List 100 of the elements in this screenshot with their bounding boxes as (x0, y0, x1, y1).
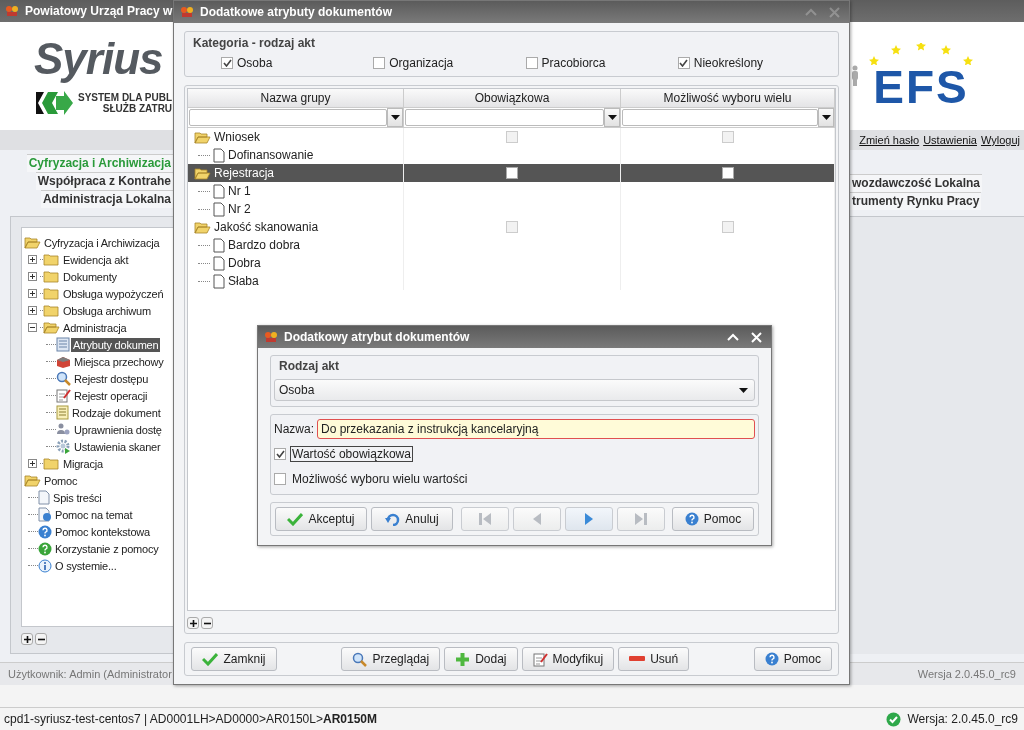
module-path: cpd1-syriusz-test-centos7 | AD0001LH>AD0000>AR0150L>AR0150M (4, 712, 377, 726)
dialog-button[interactable]: Anuluj (371, 507, 453, 531)
nav-tree-item[interactable]: O systemie... (53, 558, 119, 573)
field-label: Nazwa: (274, 422, 314, 436)
filter-field[interactable] (622, 109, 818, 126)
collapse-toggle[interactable] (28, 323, 37, 332)
dialog-button[interactable]: Przeglądaj (341, 647, 441, 671)
user-link[interactable]: Wyloguj (980, 134, 1020, 146)
nav-tree-item[interactable]: Ewidencja akt (61, 252, 131, 267)
help-icon (38, 541, 52, 556)
version-text: Wersja: 2.0.45.0_rc9 (907, 712, 1018, 726)
record-nav-button[interactable] (564, 507, 613, 531)
help-button[interactable]: Pomoc (672, 507, 754, 531)
user-link[interactable]: Zmień hasło (859, 134, 920, 146)
nav-tree-item[interactable]: Pomoc (42, 473, 80, 488)
checkbox-label: Organizacja (389, 56, 454, 70)
clipboard-pencil-icon (56, 388, 71, 403)
efs-logo: EFS (873, 65, 969, 109)
checkbox[interactable] (506, 167, 518, 179)
nav-tree-item[interactable]: Uprawnienia dostę (72, 422, 164, 437)
folder-icon (43, 270, 60, 283)
column-header[interactable]: Nazwa grupy (188, 89, 404, 108)
close-button[interactable] (748, 331, 765, 343)
nav-tree-item[interactable]: Pomoc kontekstowa (53, 524, 153, 539)
checkbox[interactable] (506, 221, 518, 233)
filter-field[interactable] (189, 109, 387, 126)
module-tab[interactable]: wozdawczość Lokalna (850, 174, 983, 192)
nav-tree-item[interactable]: Rodzaje dokument (70, 405, 163, 420)
folder-icon (43, 457, 60, 470)
collapse-all-button[interactable] (35, 633, 47, 645)
checkbox-label: Możliwość wyboru wielu wartości (291, 471, 469, 487)
dialog-button[interactable]: Zamknij (191, 647, 277, 671)
expand-toggle[interactable] (28, 272, 37, 281)
folder-icon (43, 253, 60, 266)
collapse-all-button[interactable] (201, 617, 213, 629)
checkbox[interactable] (506, 131, 518, 143)
nav-tree-item[interactable]: Rejestr dostępu (72, 371, 151, 386)
nav-tree-item[interactable]: Rejestr operacji (72, 388, 150, 403)
checkbox-label: Wartość obowiązkowa (290, 446, 413, 462)
minus-icon (629, 656, 646, 662)
plus-icon (30, 274, 35, 279)
expand-all-button[interactable] (21, 633, 33, 645)
name-field[interactable]: Do przekazania z instrukcją kancelaryjną (317, 419, 755, 439)
dropdown-button[interactable] (604, 108, 620, 127)
user-link[interactable]: Ustawienia (923, 134, 977, 146)
nav-tree-item[interactable]: Obsługa wypożyczeń (61, 286, 166, 301)
dialog-button[interactable]: Usuń (618, 647, 690, 671)
logo-text: Syrius (34, 33, 163, 85)
nav-tree-item[interactable]: Obsługa archiwum (61, 303, 153, 318)
folder-icon (43, 304, 60, 317)
nav-tree-item[interactable]: Administracja (61, 320, 129, 335)
dropdown-button[interactable] (387, 108, 403, 127)
first-record-icon (476, 512, 493, 526)
checkbox[interactable] (721, 167, 734, 179)
search-icon (352, 651, 368, 667)
value-name: Nr 1 (228, 184, 251, 198)
checkbox[interactable] (721, 221, 734, 233)
checkbox[interactable] (373, 57, 386, 69)
expand-toggle[interactable] (28, 255, 37, 264)
module-tab[interactable]: trumenty Rynku Pracy (850, 192, 982, 210)
nav-tree-item[interactable]: Cyfryzacja i Archiwizacja (42, 235, 162, 250)
nav-tree-item[interactable]: Miejsca przechowy (72, 354, 166, 369)
grid-row[interactable]: Rejestracja (188, 164, 835, 182)
type-select[interactable]: Osoba (274, 379, 755, 401)
checkbox[interactable] (525, 57, 538, 69)
undo-arrow-icon (385, 512, 401, 526)
expand-toggle[interactable] (28, 289, 37, 298)
document-icon (38, 490, 50, 505)
expand-all-button[interactable] (187, 617, 199, 629)
column-header[interactable]: Obowiązkowa (404, 89, 621, 108)
value-name: Dofinansowanie (228, 148, 314, 162)
checkbox[interactable] (721, 131, 734, 143)
checkbox[interactable] (274, 448, 286, 460)
expand-toggle[interactable] (28, 306, 37, 315)
notes-icon (56, 405, 69, 420)
dialog-button[interactable]: Dodaj (444, 647, 518, 671)
nav-tree-item[interactable]: Dokumenty (61, 269, 119, 284)
nav-tree-item[interactable]: Korzystanie z pomocy (53, 541, 161, 556)
nav-tree-item[interactable]: Atrybuty dokumen (71, 337, 161, 352)
nav-tree-item[interactable]: Migracja (61, 456, 105, 471)
dropdown-button[interactable] (818, 108, 834, 127)
last-record-icon (632, 512, 649, 526)
checkbox[interactable] (221, 57, 233, 69)
value-name: Dobra (228, 256, 261, 270)
dialog-button[interactable]: Modyfikuj (521, 647, 615, 671)
nav-tree-item[interactable]: Pomoc na temat (53, 507, 135, 522)
filter-field[interactable] (405, 109, 604, 126)
column-header[interactable]: Możliwość wyboru wielu (621, 89, 835, 108)
module-tab[interactable]: Administracja Lokalna (40, 190, 173, 208)
users-icon (56, 422, 71, 437)
nav-tree-item[interactable]: Spis treści (51, 490, 104, 505)
dialog-button[interactable]: Pomoc (753, 647, 832, 671)
expand-toggle[interactable] (28, 459, 37, 468)
checkbox[interactable] (274, 473, 286, 485)
plus-icon (30, 291, 35, 296)
nav-tree-item[interactable]: Ustawienia skaner (72, 439, 163, 454)
checkbox[interactable] (677, 57, 690, 69)
dialog-button[interactable]: Akceptuj (275, 507, 367, 531)
logo-arrows-icon (34, 90, 74, 116)
module-tab[interactable]: Współpraca z Kontrahe (35, 172, 173, 190)
